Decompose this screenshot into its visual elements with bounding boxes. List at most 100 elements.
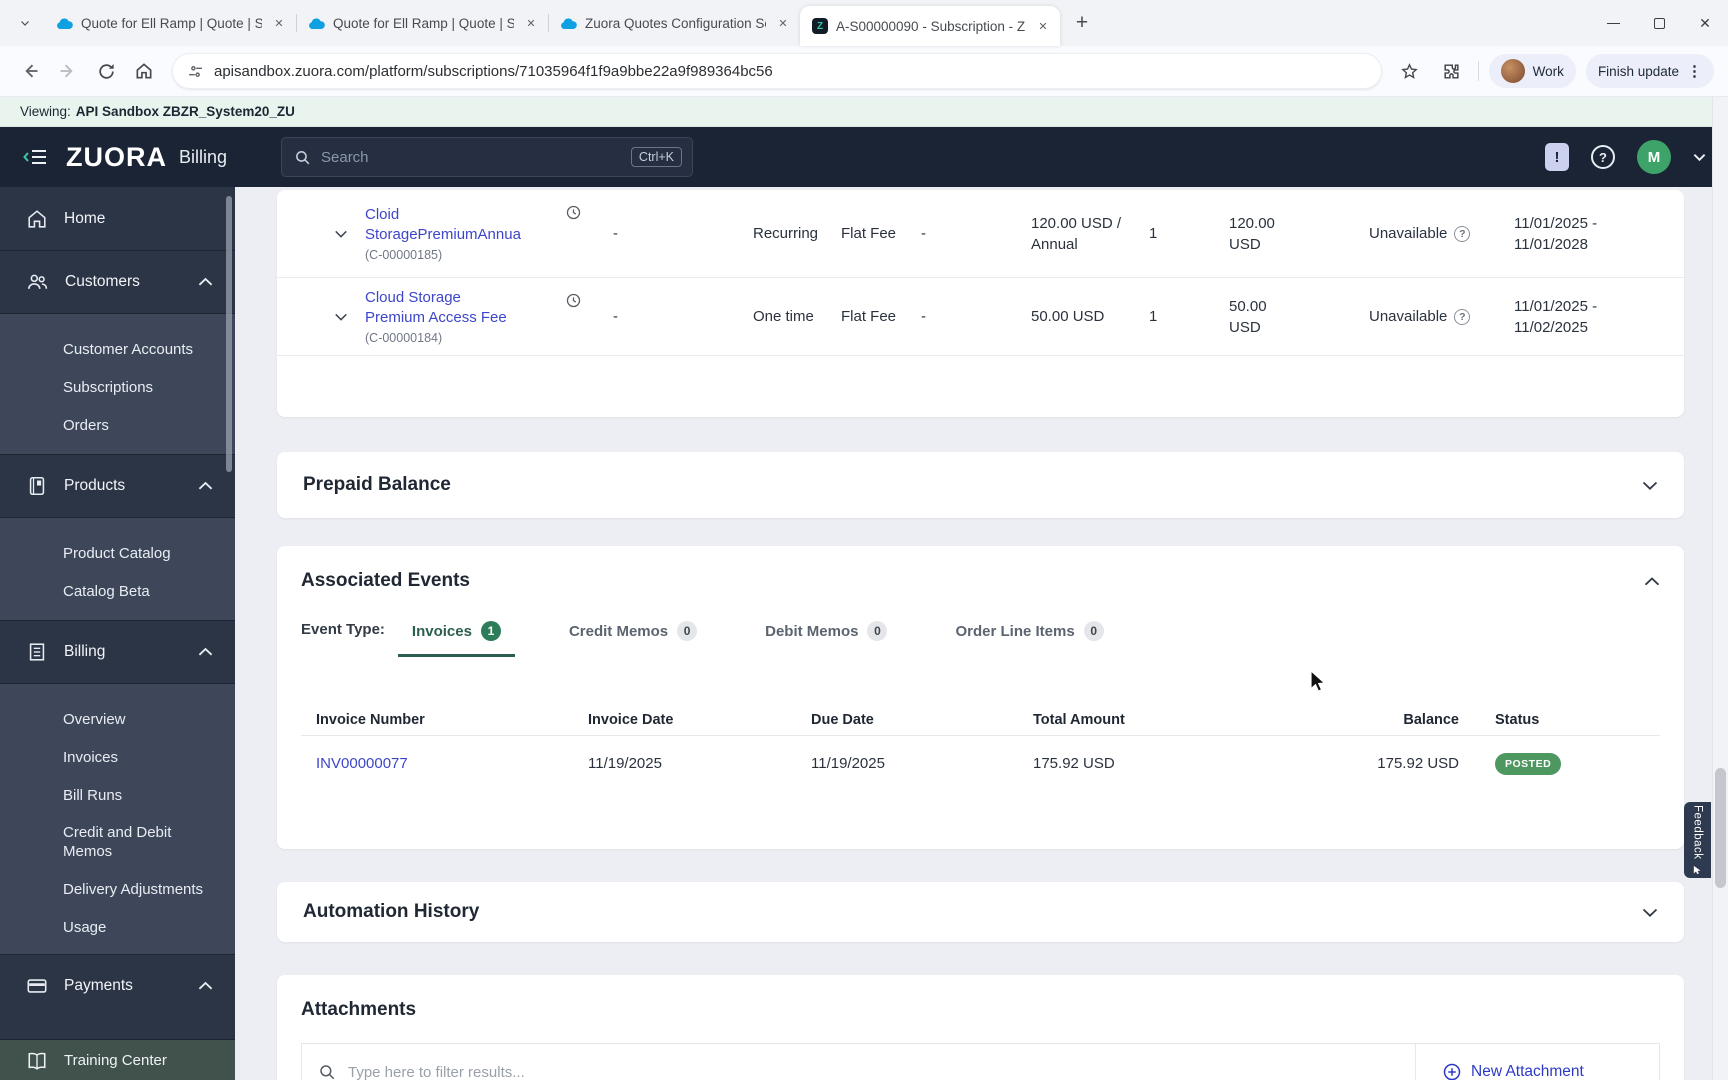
reload-button[interactable] — [90, 55, 122, 87]
browser-tab-4-active[interactable]: Z A-S00000090 - Subscription - Z ✕ — [800, 6, 1060, 46]
tab-search-button[interactable] — [12, 10, 38, 36]
help-circle-icon[interactable]: ? — [1454, 308, 1471, 325]
maximize-button[interactable] — [1636, 0, 1682, 46]
sidebar-item-delivery-adjustments[interactable]: Delivery Adjustments — [0, 870, 235, 908]
sidebar-item-products[interactable]: Products — [0, 454, 235, 517]
row-expander[interactable] — [317, 229, 365, 239]
home-button[interactable] — [128, 55, 160, 87]
sidebar-item-orders[interactable]: Orders — [0, 406, 235, 444]
extensions-button[interactable] — [1436, 55, 1468, 87]
minimize-button[interactable] — [1590, 0, 1636, 46]
browser-tabstrip: Quote for Ell Ramp | Quote | Sa ✕ Quote … — [0, 0, 1728, 46]
chevron-down-icon[interactable] — [1642, 480, 1658, 491]
browser-tab-3[interactable]: Zuora Quotes Configuration Se ✕ — [548, 5, 801, 41]
sidebar-item-customer-accounts[interactable]: Customer Accounts — [0, 330, 235, 368]
global-search[interactable]: Ctrl+K — [281, 137, 693, 177]
column-header: Invoice Date — [588, 712, 674, 728]
tab-close-icon[interactable]: ✕ — [1034, 17, 1052, 35]
new-attachment-label: New Attachment — [1471, 1063, 1584, 1080]
sidebar-submenu-billing: Overview Invoices Bill Runs Credit and D… — [0, 683, 235, 954]
sidebar-scrollbar-thumb[interactable] — [226, 196, 232, 472]
tab-close-icon[interactable]: ✕ — [270, 14, 288, 32]
browser-tab-2[interactable]: Quote for Ell Ramp | Quote | Sa ✕ — [296, 5, 549, 41]
sidebar-item-label: Orders — [63, 416, 109, 434]
search-shortcut: Ctrl+K — [630, 147, 682, 167]
chevron-down-icon[interactable] — [1642, 907, 1658, 918]
total-amount: 175.92 USD — [1033, 755, 1115, 772]
sidebar-submenu-customers: Customer Accounts Subscriptions Orders — [0, 313, 235, 454]
tab-invoices[interactable]: Invoices 1 — [397, 618, 515, 657]
sidebar-item-label: Training Center — [64, 1052, 167, 1069]
cell-availability: Unavailable ? — [1369, 225, 1514, 242]
sidebar-item-label: Bill Runs — [63, 786, 123, 804]
sidebar-item-label: Delivery Adjustments — [63, 880, 204, 898]
sidebar-item-overview[interactable]: Overview — [0, 700, 235, 738]
invoice-link[interactable]: INV00000077 — [316, 755, 408, 772]
associated-events-section: Associated Events Event Type: Invoices 1… — [277, 546, 1684, 849]
feedback-tab[interactable]: Feedback — [1684, 802, 1711, 878]
sidebar-item-subscriptions[interactable]: Subscriptions — [0, 368, 235, 406]
sidebar-item-payments[interactable]: Payments — [0, 954, 235, 1017]
finish-update-button[interactable]: Finish update ⋮ — [1585, 54, 1714, 88]
url-bar[interactable]: apisandbox.zuora.com/platform/subscripti… — [172, 53, 1382, 89]
tab-order-line-items[interactable]: Order Line Items 0 — [941, 618, 1117, 657]
browser-menu-icon[interactable]: ⋮ — [1687, 62, 1702, 80]
column-header: Balance — [1403, 712, 1459, 728]
sidebar-item-invoices[interactable]: Invoices — [0, 738, 235, 776]
browser-profile-button[interactable]: Work — [1488, 54, 1576, 88]
scrollbar-thumb[interactable] — [1715, 768, 1726, 888]
sidebar-item-customers[interactable]: Customers — [0, 250, 235, 313]
sidebar-item-label: Usage — [63, 918, 107, 936]
automation-history-section[interactable]: Automation History — [277, 882, 1684, 942]
charge-link[interactable]: Cloid StoragePremiumAnnua — [365, 205, 521, 246]
sidebar-collapse-button[interactable] — [22, 146, 48, 168]
sidebar-item-catalog-beta[interactable]: Catalog Beta — [0, 572, 235, 610]
sidebar-item-label: Customers — [65, 273, 140, 290]
tab-close-icon[interactable]: ✕ — [522, 14, 540, 32]
help-circle-icon[interactable]: ? — [1454, 225, 1471, 242]
chevron-up-icon[interactable] — [1644, 576, 1660, 587]
announcements-icon[interactable]: ! — [1545, 143, 1569, 171]
tab-count-badge: 0 — [1083, 621, 1104, 641]
charge-link[interactable]: Cloud Storage Premium Access Fee — [365, 288, 520, 329]
sidebar-item-product-catalog[interactable]: Product Catalog — [0, 534, 235, 572]
sidebar-item-billing[interactable]: Billing — [0, 620, 235, 683]
cell-dates: 11/01/2025 - 11/02/2025 — [1514, 297, 1598, 336]
sidebar-item-usage[interactable]: Usage — [0, 908, 235, 946]
back-button[interactable] — [14, 55, 46, 87]
sidebar-item-bill-runs[interactable]: Bill Runs — [0, 776, 235, 814]
tab-debit-memos[interactable]: Debit Memos 0 — [751, 618, 901, 657]
sidebar-item-credit-debit-memos[interactable]: Credit and Debit Memos — [0, 814, 235, 870]
sidebar-item-home[interactable]: Home — [0, 187, 235, 250]
site-settings-icon — [189, 65, 202, 77]
forward-button[interactable] — [52, 55, 84, 87]
minimize-icon — [1606, 22, 1620, 24]
search-input[interactable] — [321, 148, 631, 166]
section-title: Automation History — [303, 901, 480, 922]
url-text: apisandbox.zuora.com/platform/subscripti… — [214, 62, 773, 80]
help-icon[interactable]: ? — [1591, 145, 1615, 169]
prepaid-balance-section[interactable]: Prepaid Balance — [277, 452, 1684, 518]
menu-collapse-icon — [23, 150, 46, 164]
finish-update-label: Finish update — [1597, 63, 1679, 79]
close-button[interactable]: ✕ — [1682, 0, 1728, 46]
bookmark-star-button[interactable] — [1394, 55, 1426, 87]
browser-tab-1[interactable]: Quote for Ell Ramp | Quote | Sa ✕ — [44, 5, 297, 41]
new-tab-button[interactable]: + — [1068, 9, 1096, 37]
browser-toolbar: apisandbox.zuora.com/platform/subscripti… — [0, 46, 1728, 97]
chevron-down-icon — [335, 230, 347, 238]
toolbar-right: Work Finish update ⋮ — [1394, 54, 1714, 88]
sidebar-item-training-center[interactable]: Training Center — [0, 1039, 235, 1080]
cell-total: 120.00 USD — [1229, 214, 1275, 253]
tab-close-icon[interactable]: ✕ — [774, 14, 792, 32]
chevron-down-icon[interactable] — [1693, 153, 1706, 162]
cell-total: 50.00 USD — [1229, 297, 1267, 336]
page-scrollbar[interactable] — [1712, 97, 1728, 1080]
cell-dash: - — [613, 225, 618, 242]
row-expander[interactable] — [317, 312, 365, 322]
new-attachment-button[interactable]: New Attachment — [1415, 1044, 1659, 1080]
attachments-filter-input[interactable] — [348, 1063, 1415, 1080]
tab-label: Debit Memos — [765, 622, 859, 640]
user-avatar[interactable]: M — [1637, 140, 1671, 174]
tab-credit-memos[interactable]: Credit Memos 0 — [555, 618, 711, 657]
